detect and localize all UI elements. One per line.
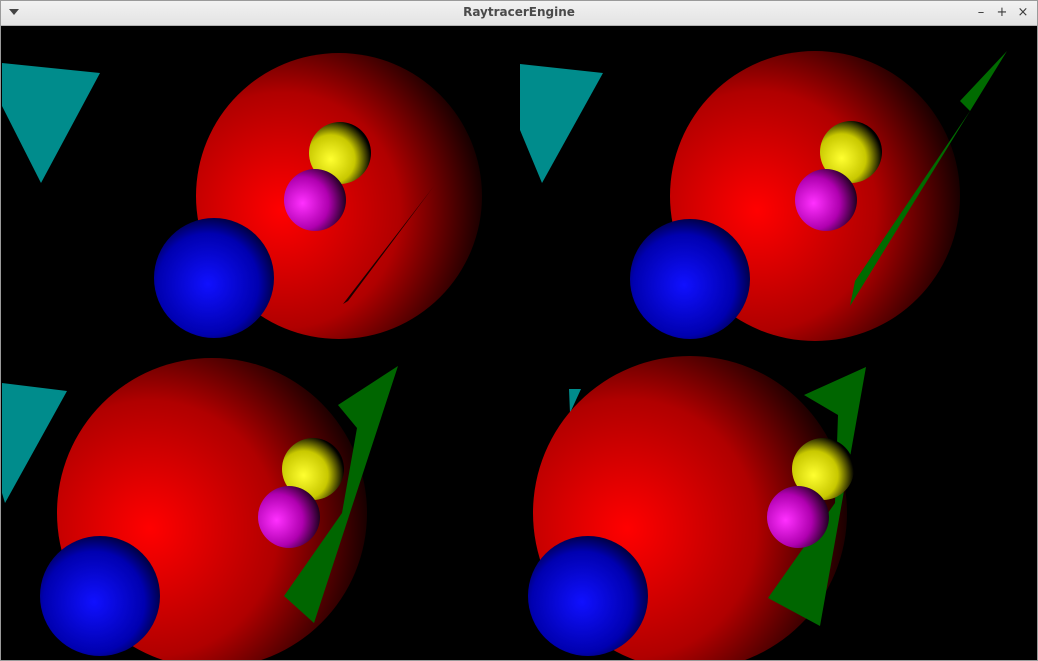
render-view-bottom-left [2,343,519,660]
render-canvas [2,26,1037,660]
title-bar[interactable]: RaytracerEngine – + × [1,1,1037,26]
magenta-sphere [258,486,320,548]
blue-sphere [40,536,160,656]
render-view-bottom-right [520,343,1037,660]
cyan-triangle [2,383,67,503]
blue-sphere [528,536,648,656]
app-window: RaytracerEngine – + × [0,0,1038,661]
cyan-triangle [520,64,603,183]
cyan-triangle [2,63,100,183]
blue-sphere [154,218,274,338]
magenta-sphere [284,169,346,231]
render-view-top-right [520,26,1037,343]
blue-sphere [630,219,750,339]
window-title: RaytracerEngine [463,5,575,19]
magenta-sphere [795,169,857,231]
minimize-button[interactable]: – [972,4,990,22]
close-button[interactable]: × [1014,4,1032,22]
magenta-sphere [767,486,829,548]
maximize-button[interactable]: + [993,4,1011,22]
render-view-top-left [2,26,519,343]
